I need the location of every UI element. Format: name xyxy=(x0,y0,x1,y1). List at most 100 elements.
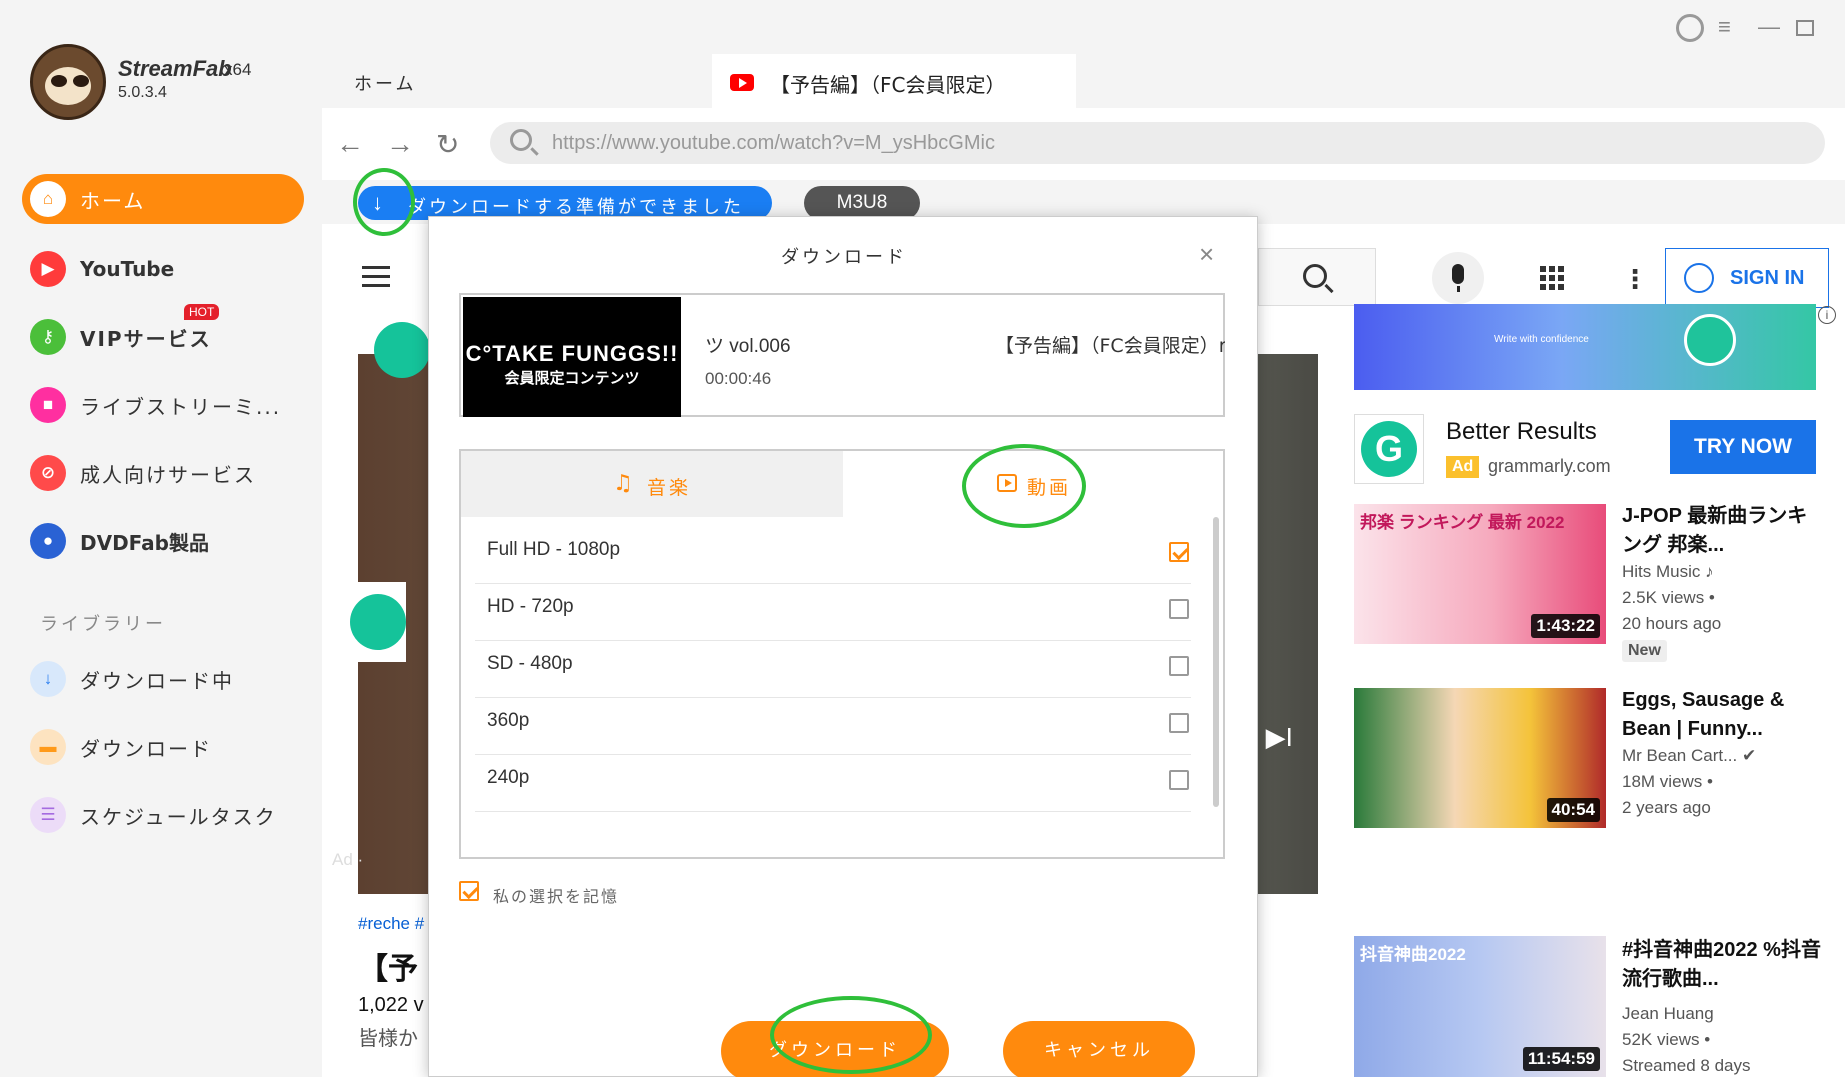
resolution-label: Full HD - 1080p xyxy=(487,539,621,560)
related-thumbnail[interactable]: 邦楽 ランキング 最新 2022 1:43:22 xyxy=(1354,504,1606,644)
ad-banner[interactable]: Write with confidence xyxy=(1354,304,1816,390)
thumbnail-text: 抖音神曲2022 xyxy=(1360,945,1466,964)
related-title[interactable]: #抖音神曲2022 %抖音流行歌曲... xyxy=(1622,936,1822,994)
grammarly-logo-icon xyxy=(374,322,430,378)
sign-in-label: SIGN IN xyxy=(1730,267,1805,289)
search-icon xyxy=(510,129,532,151)
sidebar-item-dvdfab[interactable]: ● DVDFab製品 xyxy=(22,516,304,566)
minimize-icon[interactable]: — xyxy=(1758,14,1780,40)
related-thumbnail[interactable]: 抖音神曲2022 11:54:59 xyxy=(1354,936,1606,1077)
url-input[interactable]: https://www.youtube.com/watch?v=M_ysHbcG… xyxy=(490,122,1825,164)
video-name-scroll: 【予告編】（FC会員限定）re xyxy=(995,335,1225,357)
youtube-icon: ▶ xyxy=(30,251,66,287)
tab-music[interactable]: ♫ 音楽 xyxy=(461,451,843,517)
related-views: 2.5K views • xyxy=(1622,588,1715,607)
m3u8-button[interactable]: M3U8 xyxy=(804,186,920,220)
ad-badge: Ad xyxy=(1446,456,1480,478)
resolution-label: HD - 720p xyxy=(487,596,574,617)
sidebar-item-downloading[interactable]: ↓ ダウンロード中 xyxy=(22,654,304,704)
microphone-icon[interactable] xyxy=(1432,252,1484,304)
resolution-label: 360p xyxy=(487,710,530,731)
dialog-title: ダウンロード xyxy=(781,247,907,268)
video-duration: 11:54:59 xyxy=(1522,1047,1600,1071)
streamfab-logo xyxy=(30,44,106,120)
thumbnail-title: C°TAKE FUNGGS!! xyxy=(465,341,679,366)
video-duration: 40:54 xyxy=(1546,798,1600,822)
resolution-checkbox[interactable] xyxy=(1169,599,1189,619)
remember-checkbox[interactable] xyxy=(459,881,479,901)
forward-arrow-icon[interactable]: → xyxy=(386,128,414,160)
resolution-checkbox[interactable] xyxy=(1169,713,1189,733)
hamburger-icon[interactable] xyxy=(362,266,390,293)
sidebar-item-label: VIPサービス xyxy=(80,326,212,351)
player-ad-label: Ad · xyxy=(332,850,364,869)
youtube-tab-icon xyxy=(730,74,754,91)
checkmark-icon xyxy=(1684,314,1736,366)
tab-home[interactable]: ホーム xyxy=(354,70,416,96)
sidebar-item-home[interactable]: ⌂ ホーム xyxy=(22,174,304,224)
resolution-checkbox[interactable] xyxy=(1169,770,1189,790)
grammarly-card xyxy=(340,582,406,662)
ready-to-download-button[interactable]: ↓ ダウンロードする準備ができました xyxy=(358,186,772,220)
related-age: Streamed 8 days xyxy=(1622,1056,1751,1075)
related-channel[interactable]: Jean Huang xyxy=(1622,1000,1714,1027)
video-info-box: C°TAKE FUNGGS!! 会員限定コンテンツ ツ vol.006 【予告編… xyxy=(459,293,1225,417)
adult-icon: ⊘ xyxy=(30,455,66,491)
related-channel[interactable]: Mr Bean Cart... ✔ xyxy=(1622,742,1756,769)
back-arrow-icon[interactable]: ← xyxy=(336,128,364,160)
annotation-circle xyxy=(353,168,415,236)
sidebar-item-schedule[interactable]: ☰ スケジュールタスク xyxy=(22,790,304,840)
more-options-icon[interactable]: ⋮ xyxy=(1622,264,1648,295)
video-views: 1,022 v xyxy=(358,994,424,1016)
ad-title[interactable]: Better Results xyxy=(1446,418,1597,446)
related-views: 18M views • xyxy=(1622,772,1713,791)
address-bar-row: ← → ↻ https://www.youtube.com/watch?v=M_… xyxy=(322,108,1845,180)
resolution-checkbox[interactable] xyxy=(1169,542,1189,562)
account-icon[interactable] xyxy=(1676,14,1704,42)
apps-grid-icon[interactable] xyxy=(1540,266,1564,290)
related-title[interactable]: J-POP 最新曲ランキング 邦楽... xyxy=(1622,502,1822,560)
close-icon[interactable]: × xyxy=(1199,239,1214,270)
youtube-search-button[interactable] xyxy=(1258,248,1376,306)
video-hashtags[interactable]: #reche # xyxy=(358,914,424,934)
reload-icon[interactable]: ↻ xyxy=(436,128,459,161)
dvdfab-icon: ● xyxy=(30,523,66,559)
hot-badge: HOT xyxy=(184,304,220,320)
annotation-circle xyxy=(962,444,1086,528)
home-icon: ⌂ xyxy=(30,181,66,217)
related-age: 2 years ago xyxy=(1622,798,1711,817)
thumbnail-subtitle: 会員限定コンテンツ xyxy=(504,370,640,387)
try-now-button[interactable]: TRY NOW xyxy=(1670,420,1816,474)
related-thumbnail[interactable]: 40:54 xyxy=(1354,688,1606,828)
sidebar-item-downloaded[interactable]: ▬ ダウンロード xyxy=(22,722,304,772)
ad-info-icon[interactable]: i xyxy=(1818,306,1836,324)
maximize-icon[interactable] xyxy=(1796,20,1814,36)
app-name: StreamFab xyxy=(118,56,232,81)
menu-icon[interactable]: ≡ xyxy=(1718,14,1731,40)
related-title[interactable]: Eggs, Sausage & Bean | Funny... xyxy=(1622,686,1822,744)
sidebar-item-label: ホーム xyxy=(80,188,146,213)
resolution-label: SD - 480p xyxy=(487,653,573,674)
search-icon xyxy=(1303,264,1327,288)
app-arch: x64 xyxy=(224,60,252,79)
resolution-checkbox[interactable] xyxy=(1169,656,1189,676)
sidebar-item-youtube[interactable]: ▶ YouTube xyxy=(22,244,304,294)
sidebar-item-vip[interactable]: ⚷ VIPサービス HOT xyxy=(22,304,304,362)
format-selector: ♫ 音楽 動画 Full HD - 1080p HD - 720p SD - 4… xyxy=(459,449,1225,859)
tab-youtube-video[interactable]: 【予告編】（FC会員限定） xyxy=(712,54,1076,108)
video-duration: 00:00:46 xyxy=(705,369,772,388)
resolution-option[interactable]: 240p xyxy=(475,745,1191,812)
sidebar-item-live[interactable]: ■ ライブストリーミ... xyxy=(22,380,304,430)
sidebar-item-adult[interactable]: ⊘ 成人向けサービス xyxy=(22,448,304,498)
cancel-button[interactable]: キャンセル xyxy=(1003,1021,1195,1077)
sign-in-button[interactable]: SIGN IN xyxy=(1665,248,1829,308)
related-channel[interactable]: Hits Music ♪ xyxy=(1622,558,1714,585)
sidebar-item-label: 成人向けサービス xyxy=(80,462,256,487)
grammarly-ad-logo: G xyxy=(1354,414,1424,484)
tab-title: 【予告編】（FC会員限定） xyxy=(770,73,1006,97)
music-note-icon: ♫ xyxy=(613,471,633,496)
resolution-scrollbar[interactable] xyxy=(1213,517,1219,807)
tab-music-label: 音楽 xyxy=(647,477,692,499)
video-description: 皆様か xyxy=(358,1028,418,1050)
annotation-circle xyxy=(770,996,932,1074)
